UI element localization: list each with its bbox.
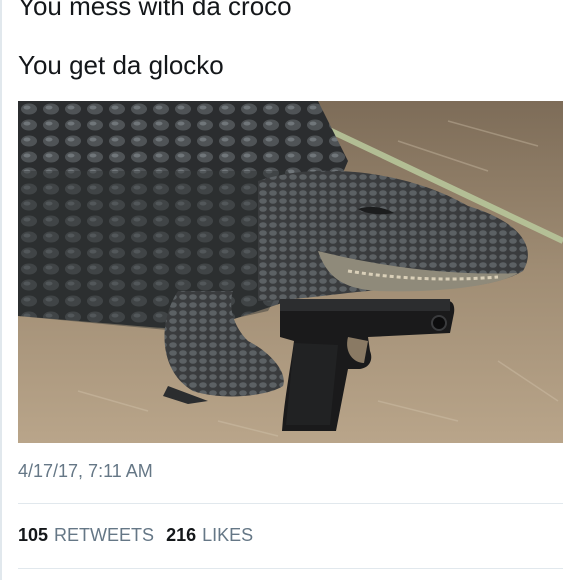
tweet-photo[interactable] (18, 101, 563, 443)
likes-label: LIKES (202, 525, 254, 545)
likes-count: 216 (166, 525, 197, 545)
tweet-stats: 105 RETWEETS 216 LIKES (18, 524, 265, 546)
retweets-count: 105 (18, 525, 49, 545)
retweets-stat[interactable]: 105 RETWEETS (18, 524, 154, 546)
tweet-text-line-2: You get da glocko (18, 50, 224, 80)
likes-stat[interactable]: 216 LIKES (166, 524, 253, 546)
divider-bottom (18, 568, 563, 569)
tweet-text-line-1: You mess with da croco (18, 0, 292, 21)
alligator-with-gun-image (18, 101, 563, 443)
retweets-label: RETWEETS (54, 525, 155, 545)
tweet-timestamp[interactable]: 4/17/17, 7:11 AM (18, 460, 153, 482)
divider-top (18, 503, 563, 504)
left-border (0, 0, 2, 580)
